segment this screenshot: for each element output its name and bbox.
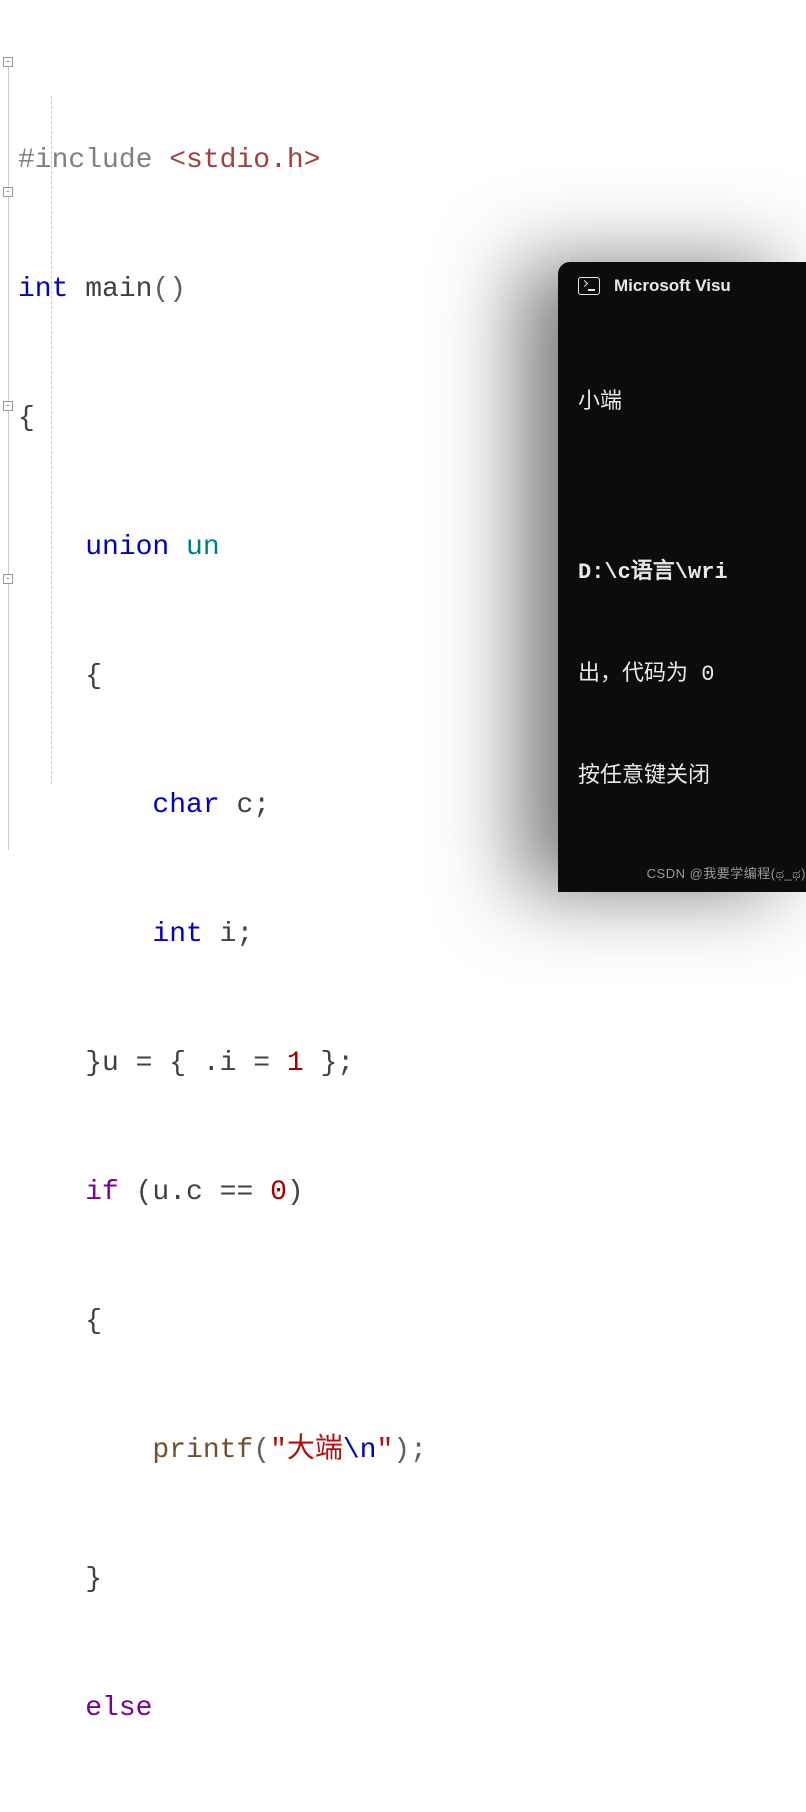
code-line: { [18,397,427,440]
fold-marker[interactable]: - [3,401,13,411]
code-line: printf("大端\n"); [18,1429,427,1472]
console-title: Microsoft Visu [614,276,731,296]
watermark: CSDN @我要学编程(ಥ_ಥ) [647,863,806,882]
console-window[interactable]: Microsoft Visu 小端 D:\c语言\wri 出，代码为 0 按任意… [558,262,806,892]
console-line: 小端 [578,386,796,420]
code-line: { [18,1300,427,1343]
code-line: { [18,655,427,698]
fold-marker[interactable]: - [3,574,13,584]
code-line: } [18,1558,427,1601]
terminal-icon [578,277,600,295]
console-line: 按任意键关闭 [578,760,796,794]
fold-marker[interactable]: - [3,57,13,67]
console-line: 出，代码为 0 [578,658,796,692]
code-line: char c; [18,784,427,827]
code-line: union un [18,526,427,569]
console-output: 小端 D:\c语言\wri 出，代码为 0 按任意键关闭 [558,310,806,870]
console-titlebar[interactable]: Microsoft Visu [558,262,806,310]
code-line: int main() [18,268,427,311]
fold-gutter: - - - - [0,0,18,906]
fold-marker[interactable]: - [3,187,13,197]
code-line: }u = { .i = 1 }; [18,1042,427,1085]
code-area[interactable]: #include <stdio.h> int main() { union un… [18,10,427,1812]
code-line: else [18,1687,427,1730]
code-line: #include <stdio.h> [18,139,427,182]
code-line: if (u.c == 0) [18,1171,427,1214]
console-line: D:\c语言\wri [578,556,796,590]
code-line: int i; [18,913,427,956]
